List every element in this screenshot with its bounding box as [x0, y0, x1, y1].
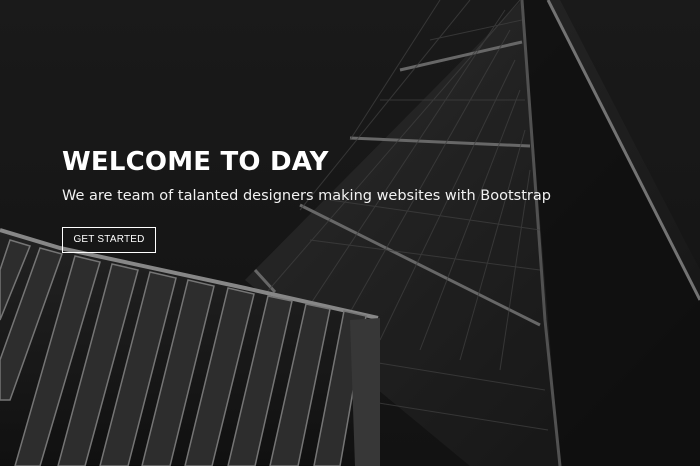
- hero-subtitle: We are team of talanted designers making…: [62, 188, 551, 204]
- hero-title: WELCOME TO DAY: [62, 147, 329, 177]
- get-started-button[interactable]: GET STARTED: [62, 227, 156, 253]
- hero-section: WELCOME TO DAY We are team of talanted d…: [0, 0, 700, 466]
- hero-content: WELCOME TO DAY We are team of talanted d…: [62, 143, 622, 253]
